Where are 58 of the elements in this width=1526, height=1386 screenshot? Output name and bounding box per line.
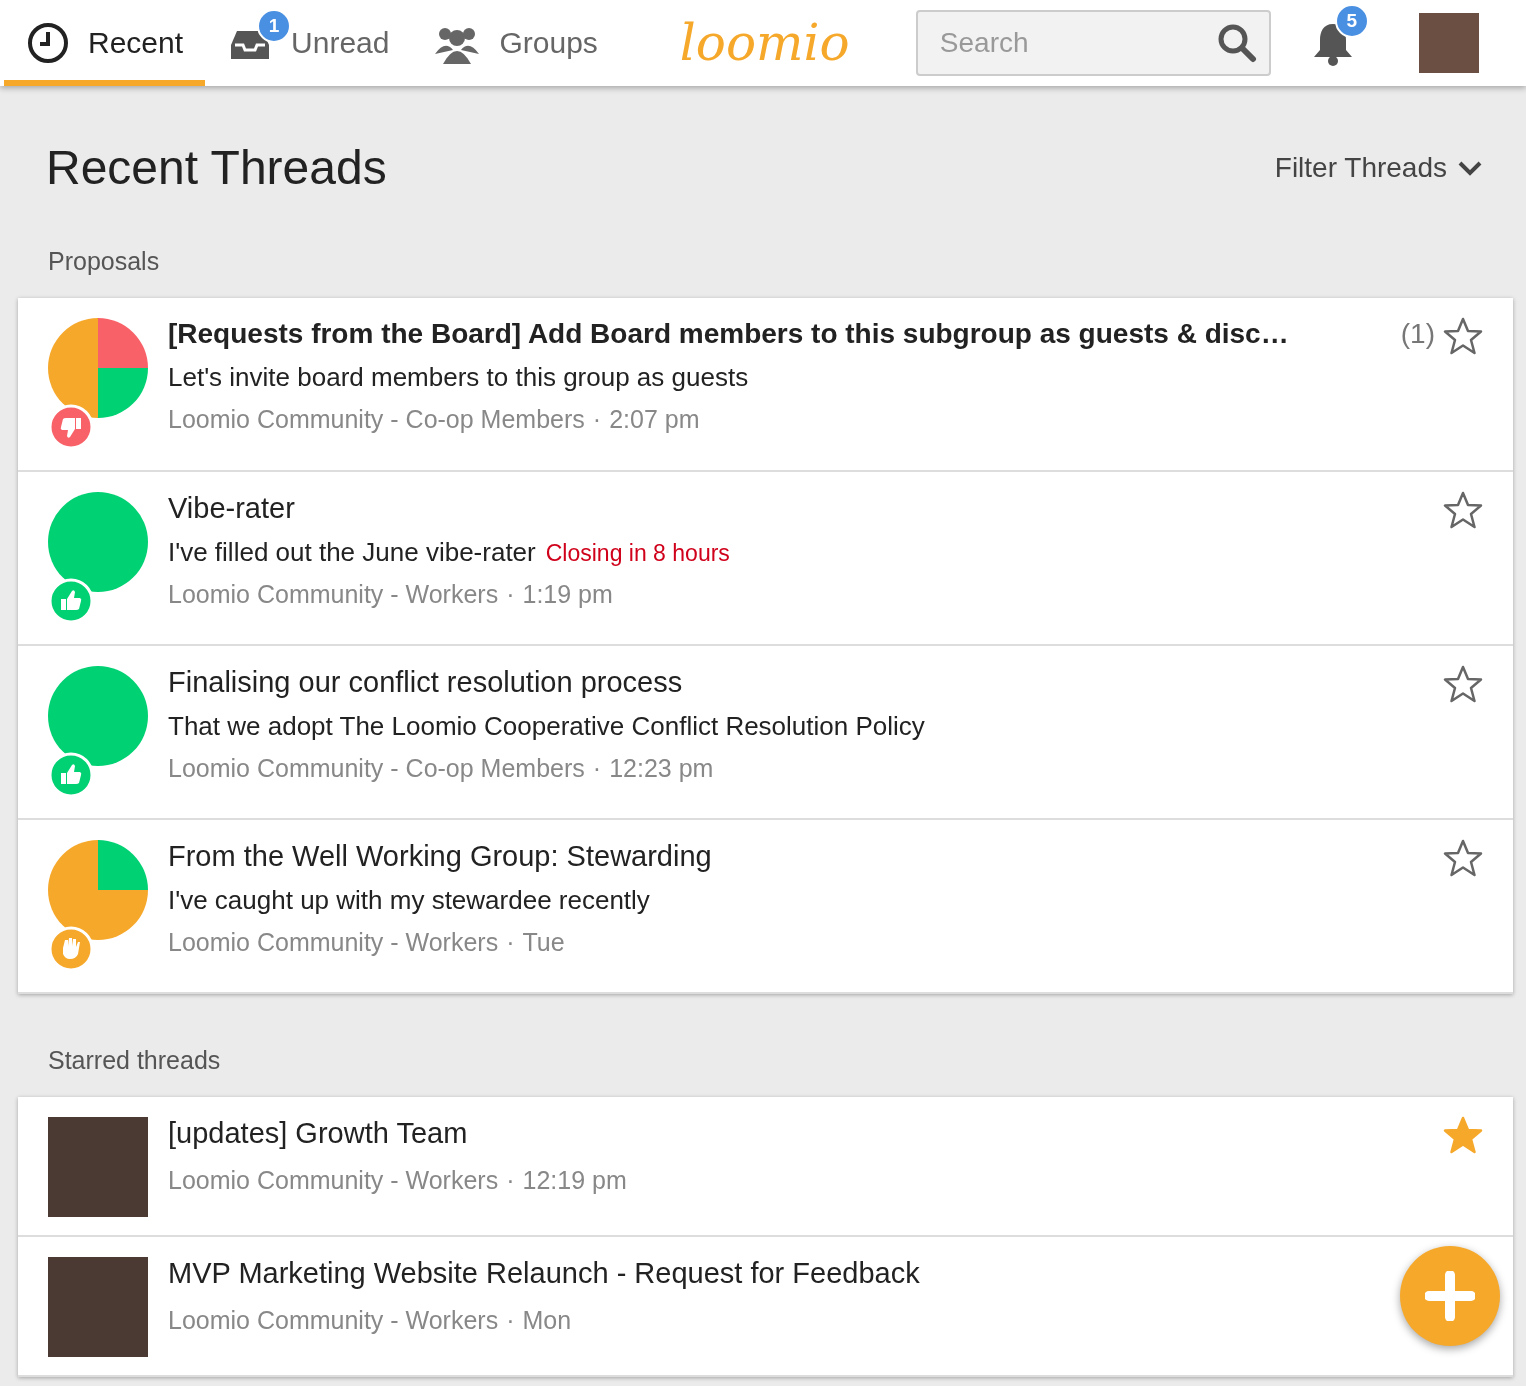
thumb-icon	[48, 404, 94, 450]
clock-icon	[26, 21, 70, 65]
proposal-summary: Let's invite board members to this group as guests	[168, 362, 749, 392]
filter-threads-button[interactable]: Filter Threads	[1268, 150, 1489, 185]
star-icon[interactable]	[1443, 665, 1483, 703]
star-icon[interactable]	[1443, 1116, 1483, 1154]
search-field[interactable]: Search	[915, 10, 1271, 76]
thread-time: 2:07 pm	[609, 405, 700, 433]
group-name[interactable]: Loomio Community - Co-op Members	[168, 754, 585, 782]
count-badge: 1	[257, 9, 292, 43]
separator-dot: ·	[506, 928, 515, 956]
group-name[interactable]: Loomio Community - Workers	[168, 1166, 499, 1194]
closing-notice: Closing in 8 hours	[545, 540, 730, 566]
nav-tab[interactable]: Recent	[4, 0, 206, 86]
page-title: Recent Threads	[46, 140, 387, 195]
unread-count: (1)	[1400, 318, 1435, 350]
separator-dot: ·	[506, 580, 515, 608]
thread-row[interactable]: Finalising our conflict resolution process That we adopt The Loomio Cooperative Conflict Resolution Policy Loomio Community - Co-op Members · 12:23 pm	[18, 646, 1513, 820]
group-name[interactable]: Loomio Community - Workers	[168, 1306, 499, 1334]
thread-time: Mon	[522, 1306, 572, 1334]
group-name[interactable]: Loomio Community - Workers	[168, 580, 499, 608]
thumb-icon	[48, 578, 94, 624]
section-heading: Proposals	[47, 246, 161, 277]
star-icon[interactable]	[1443, 317, 1483, 355]
thread-title[interactable]: [Requests from the Board] Add Board members to this subgroup as guests & disc…	[168, 318, 1289, 350]
group-name[interactable]: Loomio Community - Co-op Members	[168, 405, 585, 433]
proposal-summary: That we adopt The Loomio Cooperative Conflict Resolution Policy	[168, 711, 925, 741]
nav-tab[interactable]: 1 Unread	[205, 0, 412, 86]
separator-dot: ·	[592, 405, 602, 433]
thread-time: 12:19 pm	[522, 1166, 627, 1194]
thread-title[interactable]: From the Well Working Group: Stewarding	[168, 840, 712, 873]
thread-title[interactable]: Finalising our conflict resolution process	[168, 666, 683, 699]
thread-time: 1:19 pm	[522, 580, 613, 608]
separator-dot: ·	[506, 1306, 515, 1334]
separator-dot: ·	[592, 754, 602, 782]
separator-dot: ·	[506, 1166, 515, 1194]
hand-icon	[48, 926, 94, 972]
thumb-icon	[48, 752, 94, 798]
thread-row[interactable]: [updates] Growth Team Loomio Community - Workers · 12:19 pm	[18, 1097, 1513, 1237]
plus-icon	[1425, 1271, 1475, 1321]
thread-row[interactable]: [Requests from the Board] Add Board members to this subgroup as guests & disc… (1) Let's invite board members to this group as guests Loomio Community - Co-op Members · 2:07 pm	[18, 298, 1513, 472]
star-icon[interactable]	[1443, 491, 1483, 529]
nav-tab[interactable]: Groups	[411, 0, 620, 86]
chevron-down-icon	[1457, 159, 1483, 176]
proposal-summary: I've filled out the June vibe-rater	[168, 537, 536, 567]
section-heading: Starred threads	[47, 1045, 222, 1076]
thread-time: Tue	[522, 928, 565, 956]
thread-row[interactable]: From the Well Working Group: Stewarding I've caught up with my stewardee recently Loomio Community - Workers · Tue	[18, 820, 1513, 994]
thread-title[interactable]: MVP Marketing Website Relaunch - Request for Feedback	[168, 1257, 920, 1290]
thread-time: 12:23 pm	[609, 754, 714, 782]
notification-badge: 5	[1334, 4, 1369, 38]
thread-title[interactable]: Vibe-rater	[168, 492, 295, 525]
star-icon[interactable]	[1443, 839, 1483, 877]
thread-row[interactable]: Vibe-rater I've filled out the June vibe-rater Closing in 8 hours Loomio Community - Workers · 1:19 pm	[18, 472, 1513, 646]
proposal-summary: I've caught up with my stewardee recently	[168, 885, 650, 915]
search-icon	[1216, 23, 1257, 63]
thread-title[interactable]: [updates] Growth Team	[168, 1117, 468, 1150]
group-name[interactable]: Loomio Community - Workers	[168, 928, 499, 956]
